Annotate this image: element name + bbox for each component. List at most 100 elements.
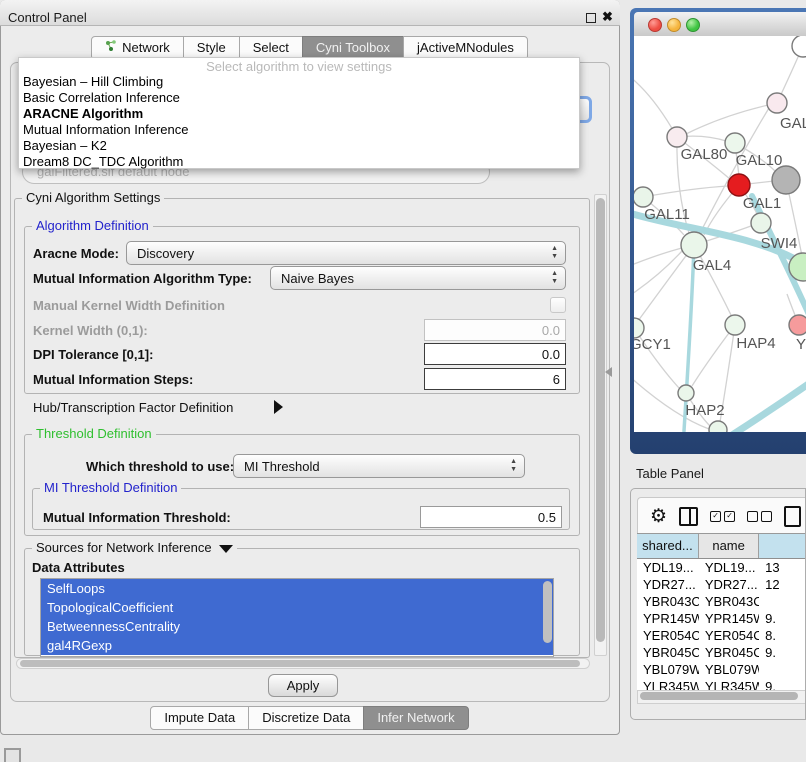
columns-icon[interactable]: [679, 507, 698, 526]
mi-steps-label: Mutual Information Steps:: [33, 372, 193, 387]
table-cell: YBL079W: [637, 661, 699, 678]
table-row[interactable]: YBR045CYBR045C9.: [637, 644, 806, 661]
network-node-label: HAP4: [736, 335, 775, 352]
table-column-header[interactable]: name: [699, 534, 759, 558]
table-cell: 13: [759, 559, 806, 576]
float-window-icon[interactable]: [586, 13, 596, 23]
network-node-label: GAL10: [736, 152, 783, 169]
table-column-header[interactable]: [759, 534, 806, 558]
mi-type-combo[interactable]: Naive Bayes ▲▼: [270, 266, 566, 290]
network-canvas[interactable]: GALGAL80GAL10GAL1GAL11SWI4GAL4GCY1HAP4YH…: [634, 36, 806, 432]
table-toolbar: ⚙ ✓✓: [637, 497, 806, 535]
network-edge[interactable]: [643, 186, 728, 197]
algorithm-option[interactable]: ARACNE Algorithm: [19, 106, 579, 122]
data-attribute-item[interactable]: gal4RGexp: [41, 636, 553, 655]
algorithm-option[interactable]: Bayesian – Hill Climbing: [19, 74, 579, 90]
network-node-gal4[interactable]: [681, 232, 707, 258]
network-node-gal[interactable]: [767, 93, 787, 113]
network-node-gcy1[interactable]: [634, 318, 644, 338]
cyni-bottom-tabs: Impute Data Discretize Data Infer Networ…: [0, 706, 620, 730]
network-edge[interactable]: [692, 325, 735, 386]
mi-threshold-title: MI Threshold Definition: [40, 480, 181, 495]
data-attributes-list[interactable]: SelfLoopsTopologicalCoefficientBetweenne…: [40, 578, 554, 657]
network-node-swi4[interactable]: [751, 213, 771, 233]
tab-discretize-data[interactable]: Discretize Data: [248, 706, 364, 730]
table-cell: YBR043C: [637, 593, 699, 610]
which-threshold-label: Which threshold to use:: [86, 459, 234, 474]
algorithm-option[interactable]: Bayesian – K2: [19, 138, 579, 154]
window-zoom-icon[interactable]: [686, 18, 700, 32]
algorithm-option[interactable]: Mutual Information Inference: [19, 122, 579, 138]
table-row[interactable]: YDL19...YDL19...13: [637, 559, 806, 576]
spinner-arrows-icon: ▲▼: [551, 270, 558, 286]
unselect-all-columns-icon[interactable]: [747, 511, 772, 522]
data-attribute-item[interactable]: SelfLoops: [41, 579, 553, 598]
network-window[interactable]: GALGAL80GAL10GAL1GAL11SWI4GAL4GCY1HAP4YH…: [630, 8, 806, 454]
network-window-titlebar[interactable]: [634, 12, 806, 37]
algorithm-option[interactable]: Basic Correlation Inference: [19, 90, 579, 106]
network-node-y[interactable]: [789, 315, 806, 335]
table-row[interactable]: YBL079WYBL079W: [637, 661, 806, 678]
network-node-hap4[interactable]: [725, 315, 745, 335]
settings-horizontal-scrollbar[interactable]: [16, 658, 590, 669]
control-panel-title: Control Panel: [8, 10, 87, 25]
table-horizontal-scrollbar[interactable]: [637, 690, 806, 704]
network-node[interactable]: [792, 36, 806, 57]
aracne-mode-combo[interactable]: Discovery ▲▼: [126, 241, 566, 265]
network-edge[interactable]: [634, 251, 682, 296]
network-node-gal1[interactable]: [728, 174, 750, 196]
collapse-down-icon[interactable]: [219, 545, 233, 553]
tab-infer-network[interactable]: Infer Network: [363, 706, 468, 730]
table-cell: 8.: [759, 627, 806, 644]
table-row[interactable]: YDR27...YDR27...12: [637, 576, 806, 593]
table-column-header[interactable]: shared...: [637, 534, 699, 558]
select-all-columns-icon[interactable]: ✓✓: [710, 511, 735, 522]
algorithm-option[interactable]: Dream8 DC_TDC Algorithm: [19, 154, 579, 170]
table-row[interactable]: YPR145WYPR145W9.: [637, 610, 806, 627]
tab-impute-data[interactable]: Impute Data: [150, 706, 249, 730]
network-edge[interactable]: [634, 248, 682, 266]
which-threshold-combo[interactable]: MI Threshold ▲▼: [233, 454, 525, 478]
table-row[interactable]: YBR043CYBR043C: [637, 593, 806, 610]
data-attribute-item[interactable]: TopologicalCoefficient: [41, 598, 553, 617]
dock-panel-icon[interactable]: [4, 748, 21, 762]
algorithm-dropdown-popup: Select algorithm to view settings Bayesi…: [18, 57, 580, 169]
algorithm-popup-list: Bayesian – Hill ClimbingBasic Correlatio…: [19, 74, 579, 170]
table-cell: YER054C: [699, 627, 759, 644]
network-graph[interactable]: GALGAL80GAL10GAL1GAL11SWI4GAL4GCY1HAP4YH…: [634, 36, 806, 432]
kernel-width-field[interactable]: [424, 319, 566, 341]
network-node[interactable]: [709, 421, 727, 432]
network-node-label: HAP2: [685, 402, 724, 419]
manual-kernel-checkbox[interactable]: [550, 297, 566, 313]
table-cell: 9.: [759, 610, 806, 627]
window-close-icon[interactable]: [648, 18, 662, 32]
export-table-icon[interactable]: [784, 506, 801, 527]
network-node-gal80[interactable]: [667, 127, 687, 147]
apply-button[interactable]: Apply: [268, 674, 338, 697]
mi-threshold-field[interactable]: [420, 506, 562, 528]
threshold-definition-title: Threshold Definition: [32, 426, 156, 441]
network-node-hap2[interactable]: [678, 385, 694, 401]
table-cell: YDR27...: [699, 576, 759, 593]
network-edge[interactable]: [634, 76, 677, 137]
window-minimize-icon[interactable]: [667, 18, 681, 32]
mi-steps-field[interactable]: [424, 368, 566, 390]
cyni-algorithm-settings-title: Cyni Algorithm Settings: [22, 190, 164, 205]
network-node-gal10[interactable]: [725, 133, 745, 153]
control-panel-titlebar[interactable]: [0, 0, 620, 26]
close-icon[interactable]: ✖: [602, 9, 613, 25]
network-node[interactable]: [772, 166, 800, 194]
splitpane-collapse-icon[interactable]: [605, 367, 612, 377]
settings-vertical-scrollbar[interactable]: [594, 194, 607, 656]
hub-definition-label: Hub/Transcription Factor Definition: [33, 400, 233, 415]
network-node-label: GCY1: [634, 336, 671, 353]
attributes-scrollbar[interactable]: [543, 581, 552, 643]
node-table[interactable]: shared...name YDL19...YDL19...13YDR27...…: [637, 533, 806, 691]
table-row[interactable]: YER054CYER054C8.: [637, 627, 806, 644]
expand-right-icon[interactable]: [274, 400, 283, 414]
data-attribute-item[interactable]: BetweennessCentrality: [41, 617, 553, 636]
table-cell: YDL19...: [637, 559, 699, 576]
dpi-tolerance-field[interactable]: [424, 343, 566, 365]
gear-icon[interactable]: ⚙: [650, 507, 667, 526]
network-node-gal11[interactable]: [634, 187, 653, 207]
